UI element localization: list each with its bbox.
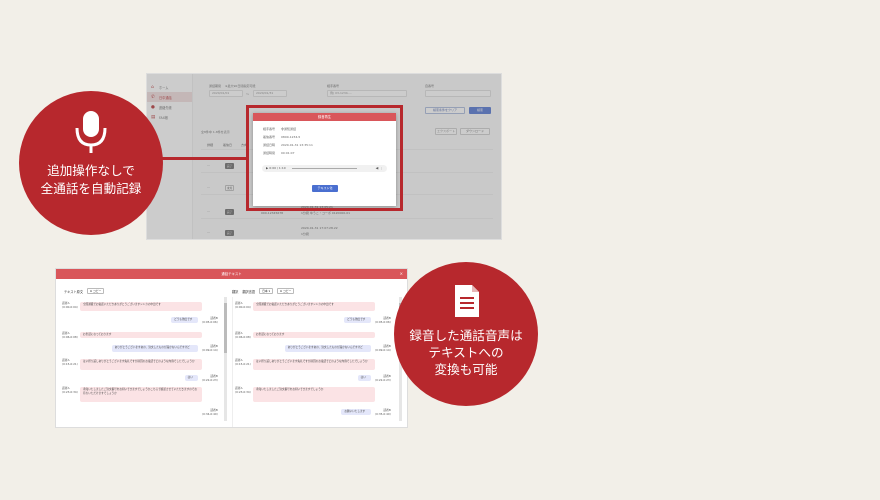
speaker-label: 話者A (0:15-0:21) [62, 358, 78, 366]
right-column-header: 翻訳 翻訳言語 日本 ▾ ⧉ コピー [232, 288, 295, 294]
message-bubble: 承知いたしましたご注文番号をお伺いできますでしょうかこちらで確認させていただきま… [80, 387, 202, 402]
message-bubble: はい折り返しありがとうございます失礼ですが前回のお電話でどのような内容でしたでし… [80, 359, 202, 370]
speaker-label: 話者A (0:00-0:04) [62, 301, 78, 309]
speaker-label: 話者B (0:09-0:14) [375, 344, 391, 352]
copy-icon: ⧉ [280, 289, 283, 293]
speaker-label: 話者A (0:06-0:08) [62, 331, 78, 339]
copy-icon: ⧉ [90, 289, 93, 293]
speaker-label: 話者B (0:34-0:40) [202, 408, 218, 416]
document-icon [455, 285, 479, 317]
message-bubble: どうも池田です [171, 317, 198, 323]
transcript-title-bar: 通話テキスト × [56, 269, 407, 279]
auto-record-callout: 追加操作なしで 全通話を自動記録 [19, 91, 163, 235]
speaker-label: 話者B (0:05-0:06) [375, 316, 391, 324]
message-bubble: ありがとうございますあの、注文したものが届かないんですけど [284, 345, 371, 352]
speaker-label: 話者A (0:23-0:34) [235, 386, 251, 394]
speaker-label: 話者A (0:15-0:21) [235, 358, 251, 366]
speaker-label: 話者A (0:23-0:34) [62, 386, 78, 394]
speaker-label: 話者B (0:22-0:23) [375, 374, 391, 382]
scrollbar[interactable] [224, 297, 227, 421]
message-bubble: お世話になっております [80, 332, 202, 338]
speaker-label: 話者B (0:05-0:06) [202, 316, 218, 324]
message-bubble: お願いいたします [341, 409, 371, 415]
microphone-icon [75, 111, 107, 153]
speaker-label: 話者B (0:35-0:40) [375, 408, 391, 416]
message-bubble: 全国通販でお電話いただきありがとうございますシンカの中田です [253, 302, 375, 311]
message-bubble: どうも池田です [344, 317, 371, 323]
message-bubble: ありがとうございますあの、注文したものが届かないんですけど [111, 345, 198, 352]
copy-button[interactable]: ⧉ コピー [277, 288, 295, 294]
close-icon[interactable]: × [400, 269, 403, 279]
speaker-label: 話者B (0:09-0:14) [202, 344, 218, 352]
message-bubble: 承知いたしましたご注文番号をお伺いできますでしょうか [253, 387, 375, 402]
message-bubble: お世話になっております [253, 332, 375, 338]
left-column-header: テキスト原文 ⧉ コピー [64, 288, 105, 294]
transcript-callout: 録音した通話音声は テキストへの 変換も可能 [394, 262, 538, 406]
speaker-label: 話者A (0:00-0:04) [235, 301, 251, 309]
column-divider [232, 297, 233, 427]
language-select[interactable]: 日本 ▾ [259, 288, 274, 294]
message-bubble: 全国通販でお電話いただきありがとうございますシンカの中田です [80, 302, 202, 311]
message-bubble: はい [357, 375, 371, 381]
speaker-label: 話者A (0:06-0:08) [235, 331, 251, 339]
transcript-window: 通話テキスト × テキスト原文 ⧉ コピー 翻訳 翻訳言語 日本 ▾ ⧉ コピー… [55, 268, 408, 428]
callout-connector-line [152, 157, 248, 160]
speaker-label: 話者B (0:22-0:23) [202, 374, 218, 382]
copy-button[interactable]: ⧉ コピー [87, 288, 105, 294]
message-bubble: はい [184, 375, 198, 381]
message-bubble: はい折り返しありがとうございます失礼ですが前回のお電話でどのような内容でしたでし… [253, 359, 375, 370]
modal-highlight-frame [246, 105, 403, 211]
